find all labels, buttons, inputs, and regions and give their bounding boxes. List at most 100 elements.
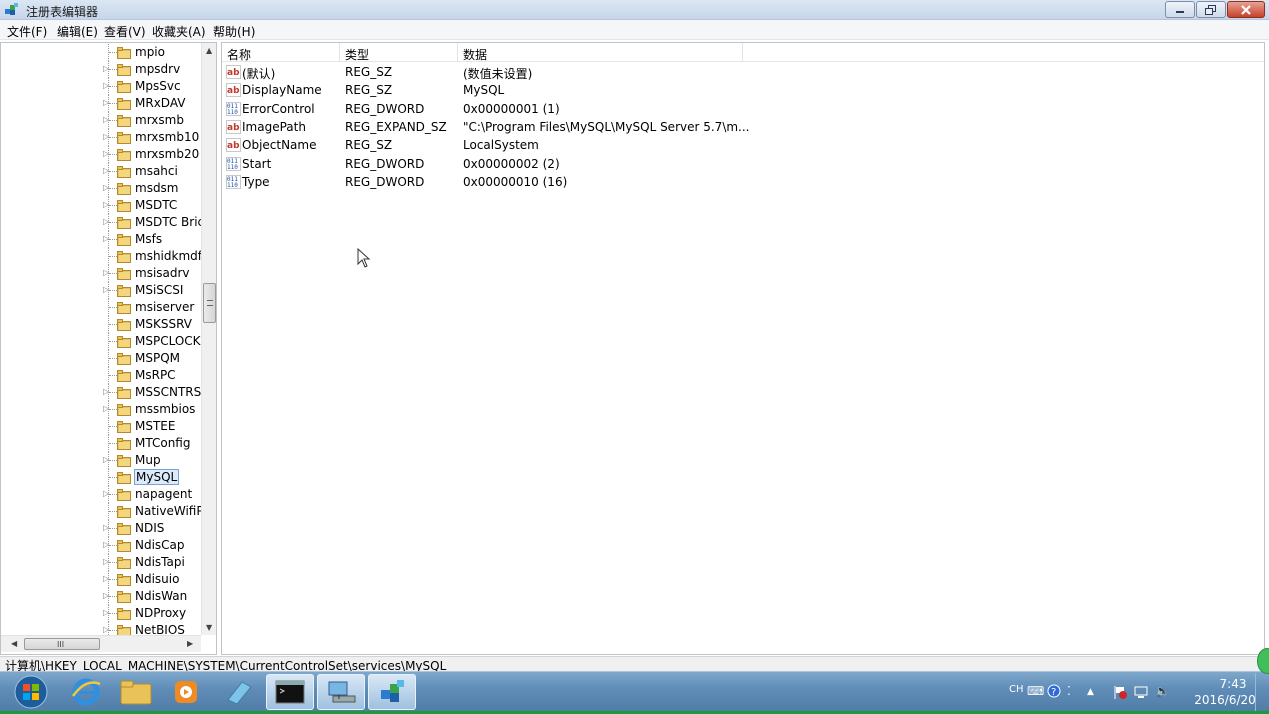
tree-item[interactable]: ▷ NdisCap — [1, 537, 201, 554]
tree-item[interactable]: mpio — [1, 44, 201, 61]
menu-edit[interactable]: 编辑(E) — [57, 23, 98, 40]
volume-icon[interactable]: 🔈 — [1155, 684, 1170, 698]
tree-item[interactable]: ▷ Ndisuio — [1, 571, 201, 588]
minimize-button[interactable] — [1165, 1, 1195, 18]
tree-item[interactable]: ▷ mssmbios — [1, 401, 201, 418]
expand-arrow-icon[interactable]: ▷ — [103, 285, 109, 295]
column-header-type[interactable]: 类型 — [340, 43, 458, 62]
scroll-right-icon[interactable]: ▶ — [187, 639, 193, 648]
tree-item[interactable]: ▷ NDProxy — [1, 605, 201, 622]
tree-item[interactable]: ▷ msahci — [1, 163, 201, 180]
tree-item[interactable]: ▷ NDIS — [1, 520, 201, 537]
column-header-name[interactable]: 名称 — [222, 43, 340, 62]
expand-arrow-icon[interactable]: ▷ — [103, 540, 109, 550]
expand-arrow-icon[interactable]: ▷ — [103, 81, 109, 91]
tree-item[interactable]: ▷ NdisTapi — [1, 554, 201, 571]
tree-hscroll-thumb[interactable]: III — [24, 638, 100, 650]
close-button[interactable] — [1227, 1, 1265, 18]
expand-arrow-icon[interactable]: ▷ — [103, 166, 109, 176]
show-desktop-button[interactable] — [1255, 673, 1267, 711]
network-status-icon[interactable] — [1133, 684, 1149, 703]
menu-file[interactable]: 文件(F) — [7, 23, 47, 40]
tree-item[interactable]: ▷ NdisWan — [1, 588, 201, 605]
tree-item[interactable]: ▷ MSDTC Bric — [1, 214, 201, 231]
expand-arrow-icon[interactable]: ▷ — [103, 404, 109, 414]
taskbar-ie-button[interactable] — [62, 674, 110, 710]
tree-item[interactable]: ▷ napagent — [1, 486, 201, 503]
value-row[interactable]: 011 110 Type REG_DWORD 0x00000010 (16) — [222, 173, 1264, 191]
expand-arrow-icon[interactable]: ▷ — [103, 268, 109, 278]
value-row[interactable]: ab (默认) REG_SZ (数值未设置) — [222, 63, 1264, 81]
tree-item[interactable]: ▷ mrxsmb20 — [1, 146, 201, 163]
tree-item[interactable]: ▷ Mup — [1, 452, 201, 469]
help-icon[interactable]: ? — [1047, 684, 1061, 701]
tree-item[interactable]: MSPCLOCK — [1, 333, 201, 350]
tree-item[interactable]: MSPQM — [1, 350, 201, 367]
expand-arrow-icon[interactable]: ▷ — [103, 455, 109, 465]
menu-view[interactable]: 查看(V) — [104, 23, 146, 40]
value-row[interactable]: 011 110 Start REG_DWORD 0x00000002 (2) — [222, 155, 1264, 173]
scroll-up-icon[interactable]: ▲ — [206, 46, 212, 55]
expand-arrow-icon[interactable]: ▷ — [103, 591, 109, 601]
input-method-indicator[interactable]: CH — [1009, 684, 1024, 695]
tree-vertical-scrollbar[interactable]: ▲ ▼ — [201, 43, 216, 635]
tree-item[interactable]: ▷ NetBIOS — [1, 622, 201, 635]
column-header-data[interactable]: 数据 — [458, 43, 743, 62]
taskbar-media-button[interactable] — [162, 674, 210, 710]
tree-item[interactable]: ▷ mpsdrv — [1, 61, 201, 78]
expand-arrow-icon[interactable]: ▷ — [103, 523, 109, 533]
ime-settings-icon[interactable]: ⁚ — [1067, 684, 1071, 698]
tree-item[interactable]: mshidkmdf — [1, 248, 201, 265]
clock-date[interactable]: 2016/6/20 — [1185, 693, 1265, 707]
tree-item[interactable]: ▷ mrxsmb10 — [1, 129, 201, 146]
value-row[interactable]: ab ObjectName REG_SZ LocalSystem — [222, 136, 1264, 154]
tree-item[interactable]: ▷ Msfs — [1, 231, 201, 248]
tree-horizontal-scrollbar[interactable]: ◀ III ▶ — [1, 635, 201, 652]
clock-time[interactable]: 7:43 — [1203, 677, 1263, 691]
value-row[interactable]: ab DisplayName REG_SZ MySQL — [222, 81, 1264, 99]
expand-arrow-icon[interactable]: ▷ — [103, 608, 109, 618]
expand-arrow-icon[interactable]: ▷ — [103, 183, 109, 193]
expand-arrow-icon[interactable]: ▷ — [103, 132, 109, 142]
tree-item[interactable]: ▷ MRxDAV — [1, 95, 201, 112]
taskbar-cmd-button[interactable] — [266, 674, 314, 710]
value-row[interactable]: 011 110 ErrorControl REG_DWORD 0x00000001 (1… — [222, 100, 1264, 118]
tree-item[interactable]: ▷ msdsm — [1, 180, 201, 197]
expand-arrow-icon[interactable]: ▷ — [103, 149, 109, 159]
tree-item[interactable]: ▷ MpsSvc — [1, 78, 201, 95]
expand-arrow-icon[interactable]: ▷ — [103, 217, 109, 227]
tree-item[interactable]: ▷ MSSCNTRS — [1, 384, 201, 401]
tree-scroll-thumb[interactable] — [203, 283, 216, 323]
expand-arrow-icon[interactable]: ▷ — [103, 115, 109, 125]
tree-item[interactable]: MSKSSRV — [1, 316, 201, 333]
expand-arrow-icon[interactable]: ▷ — [103, 489, 109, 499]
tree-item[interactable]: MsRPC — [1, 367, 201, 384]
tree-item[interactable]: ▷ mrxsmb — [1, 112, 201, 129]
expand-arrow-icon[interactable]: ▷ — [103, 200, 109, 210]
restore-button[interactable] — [1196, 1, 1226, 18]
scroll-down-icon[interactable]: ▼ — [206, 623, 212, 632]
expand-arrow-icon[interactable]: ▷ — [103, 387, 109, 397]
taskbar-regedit-button[interactable] — [368, 674, 416, 710]
menu-help[interactable]: 帮助(H) — [213, 23, 255, 40]
tree-item[interactable]: MSTEE — [1, 418, 201, 435]
action-center-flag-icon[interactable] — [1112, 684, 1128, 703]
tree-item[interactable]: ▷ MSiSCSI — [1, 282, 201, 299]
tree-item[interactable]: MTConfig — [1, 435, 201, 452]
expand-arrow-icon[interactable]: ▷ — [103, 64, 109, 74]
menu-favorites[interactable]: 收藏夹(A) — [152, 23, 206, 40]
expand-arrow-icon[interactable]: ▷ — [103, 557, 109, 567]
expand-arrow-icon[interactable]: ▷ — [103, 625, 109, 635]
value-row[interactable]: ab ImagePath REG_EXPAND_SZ "C:\Program File… — [222, 118, 1264, 136]
taskbar-app-button[interactable] — [215, 674, 263, 710]
tree-item[interactable]: NativeWifiP — [1, 503, 201, 520]
start-button[interactable] — [8, 674, 54, 710]
expand-arrow-icon[interactable]: ▷ — [103, 234, 109, 244]
expand-arrow-icon[interactable]: ▷ — [103, 98, 109, 108]
keyboard-icon[interactable]: ⌨ — [1027, 684, 1044, 698]
tree-item[interactable]: msiserver — [1, 299, 201, 316]
taskbar-network-button[interactable] — [317, 674, 365, 710]
taskbar-explorer-button[interactable] — [112, 674, 160, 710]
expand-arrow-icon[interactable]: ▷ — [103, 574, 109, 584]
tree-item[interactable]: MySQL — [1, 469, 201, 486]
